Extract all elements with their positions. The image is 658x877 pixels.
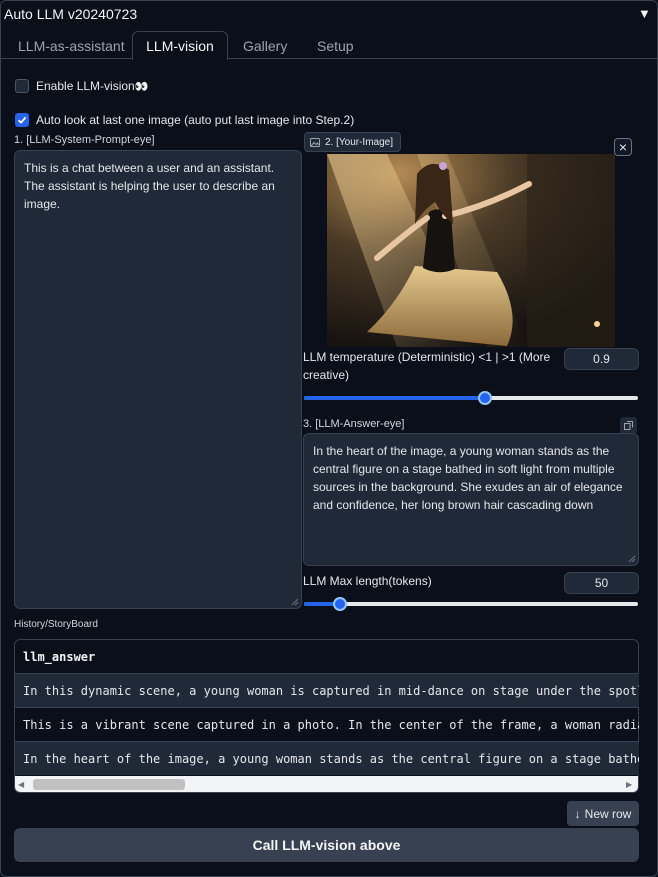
resize-handle-icon[interactable] (628, 555, 636, 563)
answer-value: In the heart of the image, a young woman… (313, 444, 623, 512)
enable-vision-label: Enable LLM-vision👀 (36, 79, 148, 93)
history-label: History/StoryBoard (14, 619, 98, 630)
answer-textarea[interactable]: In the heart of the image, a young woman… (303, 433, 639, 566)
scrollbar-thumb[interactable] (33, 779, 185, 790)
call-llm-vision-button[interactable]: Call LLM-vision above (14, 828, 639, 862)
image-label: 2. [Your-Image] (325, 136, 394, 148)
system-prompt-label: 1. [LLM-System-Prompt-eye] (14, 134, 155, 146)
image-close-button[interactable]: × (614, 138, 632, 156)
copy-icon (624, 421, 633, 430)
temperature-input[interactable]: 0.9 (564, 348, 639, 370)
uploaded-image[interactable] (327, 154, 615, 347)
scroll-left-icon[interactable]: ◀ (18, 780, 24, 789)
image-label-badge: 2. [Your-Image] (304, 132, 401, 152)
max-length-slider-handle[interactable] (333, 597, 347, 611)
new-row-button[interactable]: ↓ New row (567, 801, 639, 826)
table-row[interactable]: This is a vibrant scene captured in a ph… (15, 707, 639, 741)
history-column-header[interactable]: llm_answer (23, 650, 95, 664)
table-row[interactable]: In this dynamic scene, a young woman is … (15, 673, 639, 707)
panel-title: Auto LLM v20240723 (4, 6, 138, 22)
tab-llm-vision[interactable]: LLM-vision (132, 31, 228, 60)
system-prompt-value: This is a chat between a user and an ass… (24, 161, 275, 211)
temperature-slider-handle[interactable] (478, 391, 492, 405)
resize-handle-icon[interactable] (291, 598, 299, 606)
eyes-icon: 👀 (134, 81, 149, 93)
tab-setup[interactable]: Setup (317, 34, 354, 58)
max-length-input[interactable]: 50 (564, 572, 639, 594)
max-length-label: LLM Max length(tokens) (303, 574, 432, 588)
max-length-slider-track[interactable] (304, 602, 638, 606)
auto-look-label: Auto look at last one image (auto put la… (36, 113, 355, 127)
enable-vision-checkbox[interactable] (15, 79, 29, 93)
scroll-right-icon[interactable]: ▶ (626, 780, 632, 789)
temperature-slider-fill (304, 396, 485, 400)
new-row-label: New row (584, 806, 632, 821)
copy-button[interactable] (620, 417, 637, 434)
table-row[interactable]: In the heart of the image, a young woman… (15, 741, 639, 775)
tab-divider (0, 58, 658, 59)
enable-vision-text: Enable LLM-vision (36, 79, 135, 93)
check-icon (17, 116, 27, 124)
collapse-icon[interactable]: ▼ (638, 6, 651, 21)
system-prompt-textarea[interactable]: This is a chat between a user and an ass… (14, 150, 302, 609)
auto-look-checkbox[interactable] (15, 113, 29, 127)
temperature-label: LLM temperature (Deterministic) <1 | >1 … (303, 350, 551, 382)
tab-llm-as-assistant[interactable]: LLM-as-assistant (18, 34, 125, 58)
image-icon (310, 137, 320, 147)
answer-label: 3. [LLM-Answer-eye] (303, 418, 405, 430)
arrow-down-icon: ↓ (574, 806, 581, 821)
tab-gallery[interactable]: Gallery (243, 34, 287, 58)
